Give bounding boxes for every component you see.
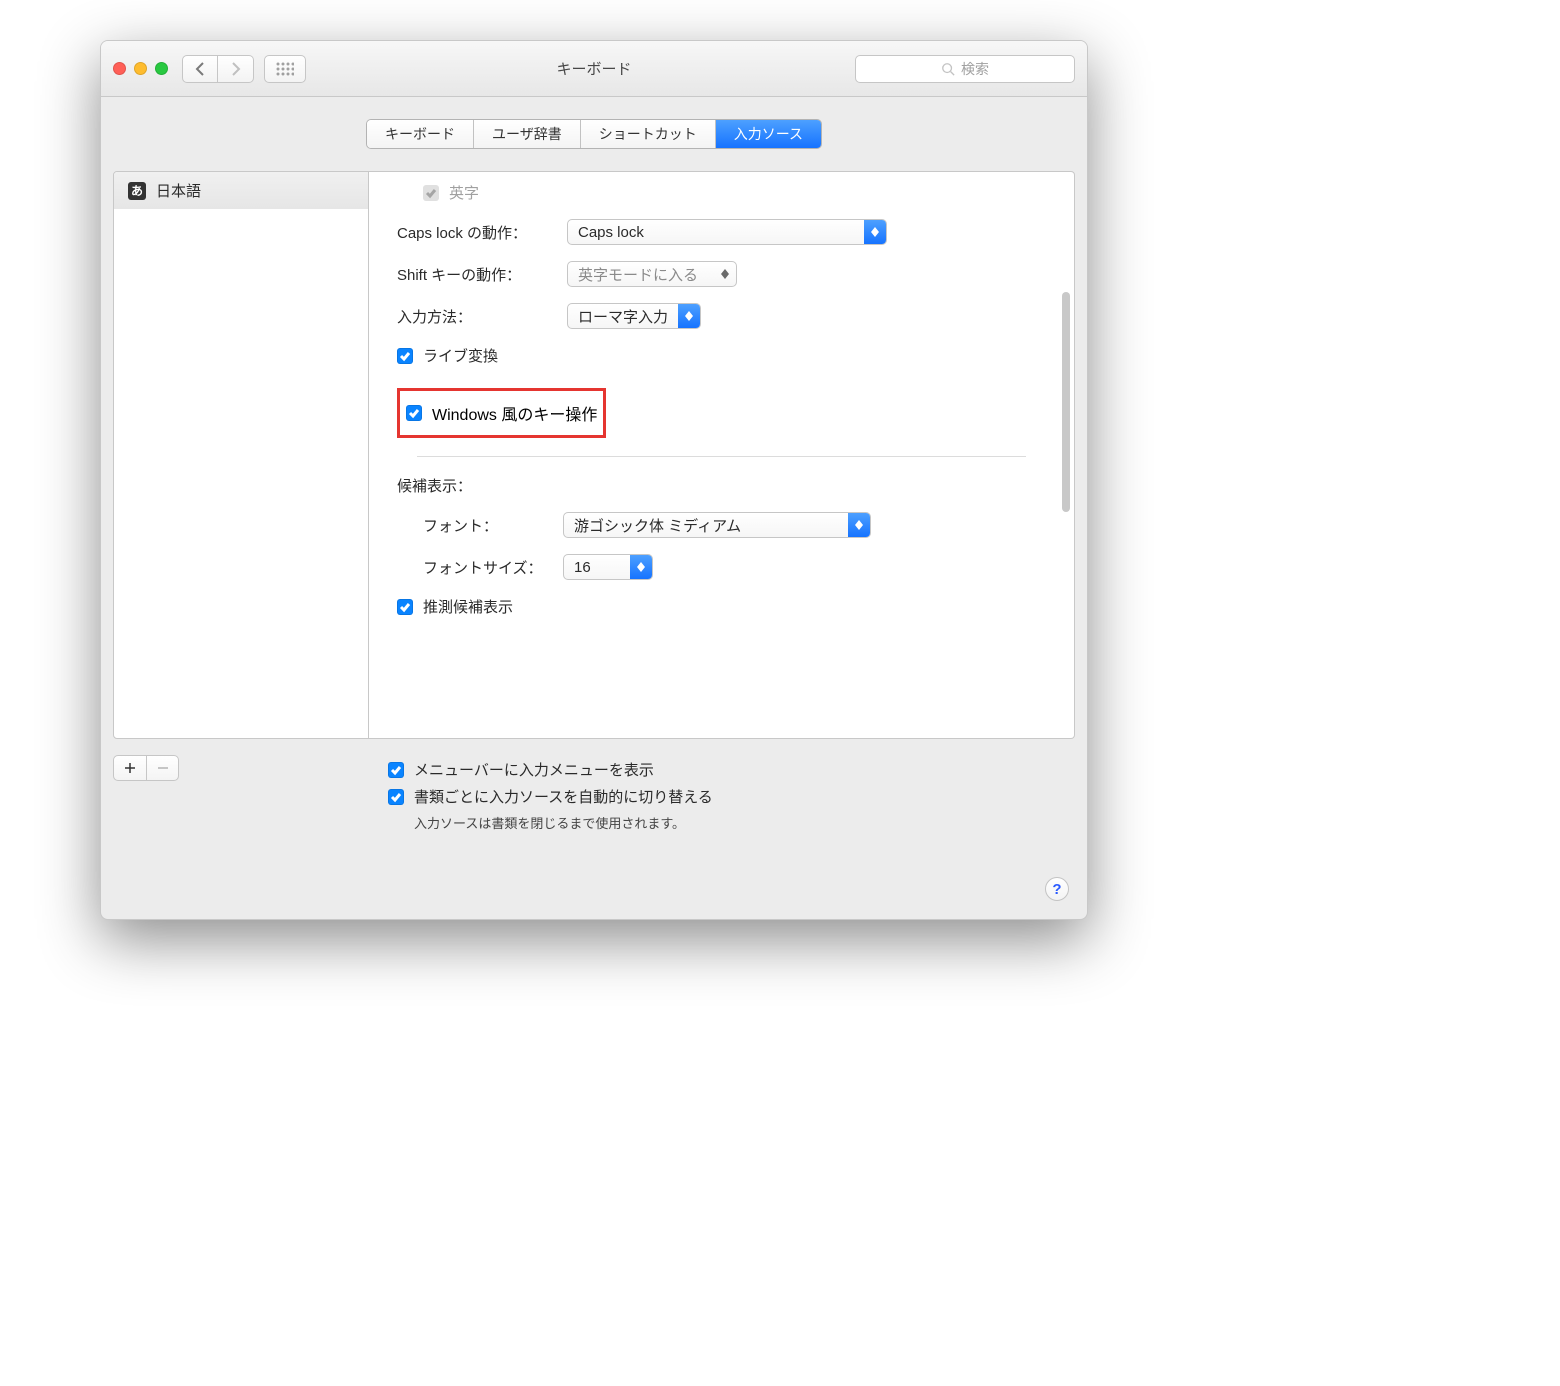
minimize-button[interactable] [134, 62, 147, 75]
search-placeholder: 検索 [961, 59, 989, 79]
capslock-row: Caps lock の動作： Caps lock [397, 219, 1046, 245]
predictive-label: 推測候補表示 [423, 596, 513, 617]
capslock-select[interactable]: Caps lock [567, 219, 887, 245]
shift-row: Shift キーの動作： 英字モードに入る [397, 261, 1046, 287]
help-button[interactable]: ? [1045, 877, 1069, 901]
titlebar: キーボード 検索 [101, 41, 1087, 97]
font-select[interactable]: 游ゴシック体 ミディアム [563, 512, 871, 538]
sidebar-item-japanese[interactable]: あ 日本語 [114, 172, 368, 209]
shift-label: Shift キーの動作： [397, 264, 567, 285]
windows-keys-label: Windows 風のキー操作 [432, 401, 597, 425]
shift-value: 英字モードに入る [578, 264, 698, 285]
input-method-value: ローマ字入力 [578, 306, 668, 327]
nav-buttons [182, 55, 254, 83]
show-all-button[interactable] [264, 55, 306, 83]
candidate-header: 候補表示： [397, 475, 1046, 496]
input-method-label: 入力方法： [397, 306, 567, 327]
stepper-icon [630, 555, 652, 579]
menubar-row[interactable]: メニューバーに入力メニューを表示 [388, 759, 713, 780]
preferences-window: キーボード 検索 キーボード ユーザ辞書 ショートカット 入力ソース あ 日本語 [100, 40, 1088, 920]
remove-button[interactable] [146, 756, 178, 780]
fontsize-value: 16 [574, 559, 591, 576]
autoswitch-row[interactable]: 書類ごとに入力ソースを自動的に切り替える [388, 786, 713, 807]
input-method-select[interactable]: ローマ字入力 [567, 303, 701, 329]
live-conversion-row[interactable]: ライブ変換 [397, 345, 1046, 366]
tab-keyboard[interactable]: キーボード [367, 120, 474, 148]
live-conversion-label: ライブ変換 [423, 345, 498, 366]
close-button[interactable] [113, 62, 126, 75]
predictive-row[interactable]: 推測候補表示 [397, 596, 1046, 617]
tab-input-sources[interactable]: 入力ソース [716, 120, 821, 148]
stepper-icon [678, 304, 700, 328]
search-field[interactable]: 検索 [855, 55, 1075, 83]
bottom-panel: メニューバーに入力メニューを表示 書類ごとに入力ソースを自動的に切り替える 入力… [113, 749, 1075, 859]
tab-segment: キーボード ユーザ辞書 ショートカット 入力ソース [366, 119, 822, 149]
japanese-icon: あ [128, 182, 146, 200]
add-remove-buttons [113, 755, 179, 781]
search-icon [941, 62, 955, 76]
scrollbar[interactable] [1062, 292, 1070, 512]
separator [417, 456, 1026, 457]
maximize-button[interactable] [155, 62, 168, 75]
font-value: 游ゴシック体 ミディアム [574, 515, 741, 536]
bottom-options: メニューバーに入力メニューを表示 書類ごとに入力ソースを自動的に切り替える 入力… [388, 753, 713, 832]
stepper-icon [864, 220, 886, 244]
eiji-row[interactable]: 英字 [423, 182, 1046, 203]
add-button[interactable] [114, 756, 146, 780]
font-label: フォント： [423, 515, 563, 536]
forward-button[interactable] [218, 55, 254, 83]
main-panel: あ 日本語 英字 Caps lock の動作： Caps lock [113, 171, 1075, 739]
live-conversion-checkbox[interactable] [397, 348, 413, 364]
shift-select[interactable]: 英字モードに入る [567, 261, 737, 287]
capslock-label: Caps lock の動作： [397, 222, 567, 243]
windows-keys-checkbox[interactable] [406, 405, 422, 421]
autoswitch-checkbox[interactable] [388, 789, 404, 805]
fontsize-select[interactable]: 16 [563, 554, 653, 580]
predictive-checkbox[interactable] [397, 599, 413, 615]
eiji-checkbox [423, 185, 439, 201]
autoswitch-label: 書類ごとに入力ソースを自動的に切り替える [414, 786, 713, 807]
window-controls [113, 62, 168, 75]
sidebar-item-label: 日本語 [156, 180, 201, 201]
input-source-list[interactable]: あ 日本語 [113, 171, 369, 739]
highlight-box: Windows 風のキー操作 [397, 388, 606, 438]
font-row: フォント： 游ゴシック体 ミディアム [423, 512, 1046, 538]
stepper-icon [714, 262, 736, 286]
tabbar: キーボード ユーザ辞書 ショートカット 入力ソース [101, 97, 1087, 167]
tab-user-dictionary[interactable]: ユーザ辞書 [474, 120, 581, 148]
settings-content: 英字 Caps lock の動作： Caps lock Shift キーの動作 [369, 171, 1075, 739]
stepper-icon [848, 513, 870, 537]
fontsize-label: フォントサイズ： [423, 557, 563, 578]
menubar-label: メニューバーに入力メニューを表示 [414, 759, 654, 780]
back-button[interactable] [182, 55, 218, 83]
eiji-label: 英字 [449, 182, 479, 203]
capslock-value: Caps lock [578, 224, 644, 241]
menubar-checkbox[interactable] [388, 762, 404, 778]
autoswitch-hint: 入力ソースは書類を閉じるまで使用されます。 [414, 813, 713, 832]
input-method-row: 入力方法： ローマ字入力 [397, 303, 1046, 329]
fontsize-row: フォントサイズ： 16 [423, 554, 1046, 580]
tab-shortcuts[interactable]: ショートカット [581, 120, 716, 148]
